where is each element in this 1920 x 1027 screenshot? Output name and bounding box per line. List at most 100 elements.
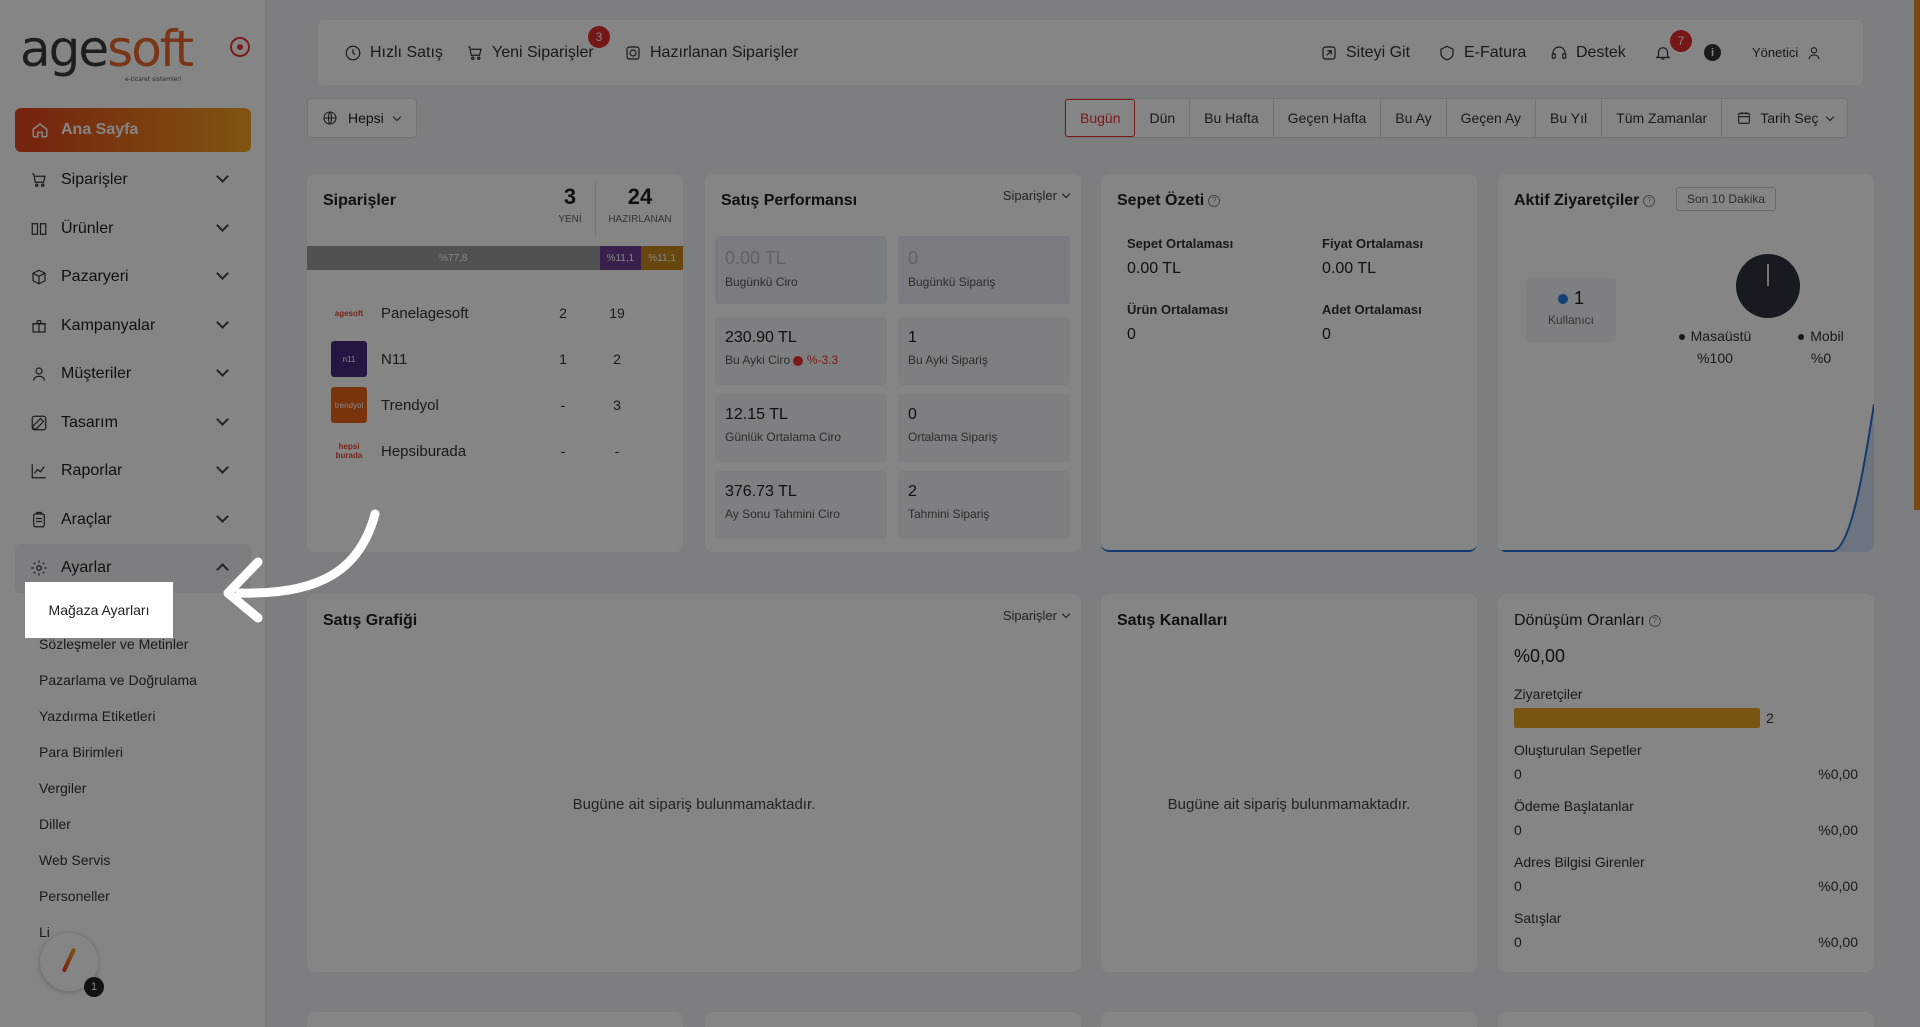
notifications-button[interactable] — [1654, 20, 1672, 85]
channel-prepared-count: 19 — [609, 305, 625, 321]
help-icon[interactable]: ? — [1208, 194, 1221, 207]
visitor-count-box: 1 Kullanıcı — [1526, 278, 1616, 342]
product-avg-label: Ürün Ortalaması — [1127, 302, 1229, 317]
mobile-value: %0 — [1810, 350, 1832, 366]
submenu-pazarlama[interactable]: Pazarlama ve Doğrulama — [39, 662, 197, 698]
top-bar: Hızlı Satış Yeni Siparişler 3 Hazırlanan… — [318, 20, 1863, 85]
sidebar-item-siparisler[interactable]: Siparişler — [15, 156, 251, 205]
target-icon[interactable] — [230, 37, 250, 57]
cart-avg-value: 0.00 TL — [1127, 260, 1181, 277]
forecast-orders-label: Tahmini Sipariş — [908, 507, 990, 521]
period-gecen-ay[interactable]: Geçen Ay — [1447, 99, 1537, 137]
orders-channel-row[interactable]: trendyol Trendyol - 3 — [331, 382, 671, 428]
month-revenue-label: Bu Ayki Ciro — [725, 353, 791, 367]
price-avg-label: Fiyat Ortalaması — [1322, 236, 1424, 251]
info-button[interactable]: i — [1704, 20, 1721, 85]
sidebar-item-tasarim[interactable]: Tasarım — [15, 399, 251, 448]
channel-name: Hepsiburada — [381, 442, 467, 460]
support-link[interactable]: Destek — [1550, 20, 1626, 85]
chart-icon — [29, 461, 49, 481]
sidebar-item-kampanyalar[interactable]: Kampanyalar — [15, 302, 251, 351]
period-tum-zamanlar[interactable]: Tüm Zamanlar — [1602, 99, 1723, 137]
submenu-web-servis[interactable]: Web Servis — [39, 842, 197, 878]
orders-bar-segment: %11,1 — [599, 246, 642, 270]
orders-channel-row[interactable]: n11 N11 1 2 — [331, 336, 671, 382]
go-site-label: Siteyi Git — [1346, 43, 1411, 61]
sparkline-area — [1498, 404, 1874, 552]
new-orders-label: Yeni Siparişler — [492, 43, 594, 61]
sidebar-item-urunler[interactable]: Ürünler — [15, 205, 251, 254]
sidebar-item-label: Ürünler — [61, 219, 114, 237]
chevron-down-icon — [1061, 609, 1071, 619]
period-gecen-hafta[interactable]: Geçen Hafta — [1274, 99, 1382, 137]
bottom-card-1 — [307, 1012, 683, 1027]
visitors-title-row: Aktif Ziyaretçiler? — [1514, 192, 1656, 210]
orders-channel-row[interactable]: agesoft Panelagesoft 2 19 — [331, 290, 671, 336]
sidebar-item-musteriler[interactable]: Müşteriler — [15, 350, 251, 399]
scope-select[interactable]: Hepsi — [307, 98, 417, 138]
funnel-row-pct: %0,00 — [1818, 878, 1858, 894]
funnel-row-count: 0 — [1514, 934, 1522, 950]
new-orders-link[interactable]: Yeni Siparişler — [466, 20, 594, 85]
period-bu-ay[interactable]: Bu Ay — [1381, 99, 1447, 137]
scope-value: Hepsi — [348, 110, 384, 126]
period-bugun[interactable]: Bugün — [1065, 99, 1136, 137]
funnel-row-label: Adres Bilgisi Girenler — [1514, 854, 1645, 870]
submenu-magaza-ayarlari[interactable]: Mağaza Ayarları — [25, 582, 173, 638]
quantity-avg-value: 0 — [1322, 326, 1331, 343]
sales-chart-dropdown[interactable]: Siparişler — [1002, 608, 1071, 623]
page-scrollbar[interactable] — [1914, 0, 1920, 510]
prepared-orders-label: Hazırlanan Siparişler — [650, 43, 799, 61]
funnel-row-label: Satışlar — [1514, 910, 1562, 926]
submenu-yazdirma[interactable]: Yazdırma Etiketleri — [39, 698, 197, 734]
floating-assistant-button[interactable]: 1 — [40, 933, 104, 997]
gift-icon — [29, 316, 49, 336]
chevron-down-icon — [1825, 112, 1834, 121]
prepared-orders-link[interactable]: Hazırlanan Siparişler — [624, 20, 799, 85]
orders-channel-row[interactable]: hepsi burada Hepsiburada - - — [331, 428, 671, 474]
agesoft-logo[interactable]: agesoft e-ticaret sistemleri — [20, 20, 194, 83]
orders-share-bar: %77,8 %11,1 %11,1 — [307, 246, 683, 270]
external-icon — [1322, 45, 1336, 60]
mobile-legend-row: Mobil — [1786, 328, 1856, 344]
home-button[interactable]: Ana Sayfa — [15, 108, 251, 152]
sidebar-item-pazaryeri[interactable]: Pazaryeri — [15, 253, 251, 302]
submenu-para-birimleri[interactable]: Para Birimleri — [39, 734, 197, 770]
funnel-row-count: 0 — [1514, 822, 1522, 838]
einvoice-link[interactable]: E-Fatura — [1438, 20, 1526, 85]
info-icon: i — [1704, 44, 1721, 61]
headset-icon — [1551, 45, 1567, 59]
sidebar-item-label: Raporlar — [61, 462, 123, 480]
daily-avg-revenue-box: 12.15 TL Günlük Ortalama Ciro — [715, 394, 887, 462]
help-icon[interactable]: ? — [1648, 614, 1661, 627]
orders-channel-list: agesoft Panelagesoft 2 19 n11 N11 1 2 trendyol Tr… — [331, 290, 671, 474]
help-icon[interactable]: ? — [1643, 194, 1656, 207]
chevron-down-icon — [216, 315, 229, 329]
book-icon — [29, 219, 49, 239]
period-bu-yil[interactable]: Bu Yıl — [1536, 99, 1603, 137]
date-pick-button[interactable]: Tarih Seç — [1722, 99, 1846, 137]
channel-new-count: - — [560, 443, 566, 459]
cart-icon — [29, 170, 49, 190]
forecast-revenue-value: 376.73 TL — [725, 483, 797, 500]
conversion-card: Dönüşüm Oranları? %0,00 Ziyaretçiler 2 O… — [1498, 594, 1874, 972]
submenu-vergiler[interactable]: Vergiler — [39, 770, 197, 806]
go-site-link[interactable]: Siteyi Git — [1320, 20, 1410, 85]
period-dun[interactable]: Dün — [1135, 99, 1191, 137]
quantity-avg-label: Adet Ortalaması — [1322, 302, 1422, 317]
user-menu[interactable]: Yönetici — [1752, 20, 1822, 85]
avg-orders-box: 0 Ortalama Sipariş — [898, 394, 1070, 462]
channel-name: Panelagesoft — [381, 304, 469, 322]
performance-dropdown[interactable]: Siparişler — [1003, 188, 1071, 203]
today-revenue-box: 0.00 TL Bugünkü Ciro — [715, 236, 887, 304]
assistant-count-badge: 1 — [84, 977, 104, 997]
submenu-diller[interactable]: Diller — [39, 806, 197, 842]
chevron-down-icon — [216, 170, 229, 183]
sidebar-item-raporlar[interactable]: Raporlar — [15, 447, 251, 496]
device-pie-chart — [1736, 254, 1800, 318]
period-bu-hafta[interactable]: Bu Hafta — [1190, 99, 1274, 137]
quick-sale-link[interactable]: Hızlı Satış — [344, 20, 443, 85]
sales-chart-empty: Bugüne ait sipariş bulunmamaktadır. — [572, 796, 816, 813]
submenu-personeller[interactable]: Personeller — [39, 878, 197, 914]
sales-chart-dropdown-label: Siparişler — [1002, 608, 1057, 623]
